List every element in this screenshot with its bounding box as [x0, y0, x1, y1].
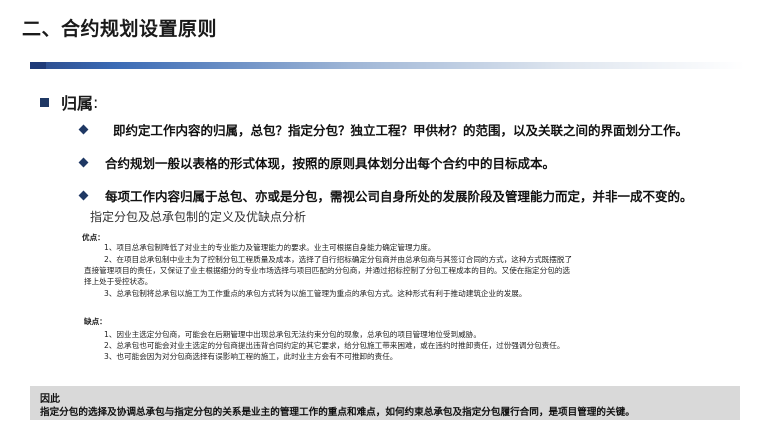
- disadvantages-label: 缺点：: [84, 317, 107, 326]
- section-label: 归属: [61, 94, 94, 113]
- advantage-item-2-cont: 直接管理项目的责任，又保证了业主根据细分的专业市场选择与项目匹配的分包商，并通过…: [84, 266, 570, 275]
- bullet-item-2: 合约规划一般以表格的形式体现，按照的原则具体划分出每个合约中的目标成本。: [78, 153, 556, 172]
- analysis-subtitle: 指定分包及总承包制的定义及优缺点分析: [90, 210, 307, 224]
- diamond-bullet-icon: [78, 124, 89, 135]
- advantage-item-2-end: 择上处于受控状态。: [84, 277, 153, 286]
- page-title: 二、合约规划设置原则: [22, 18, 218, 40]
- disadvantage-item-3: 3、也可能会因为对分包商选择有误影响工程的施工，此时业主方会有不可推卸的责任。: [104, 352, 398, 361]
- bullet-text: 即约定工作内容的归属，总包？指定分包？独立工程？甲供材？的范围，以及关联之间的界…: [113, 123, 689, 138]
- advantage-item-2: 2、在项目总承包制中业主为了控制分包工程质量及成本，选择了自行招标确定分包商并由…: [104, 255, 573, 264]
- disadvantage-item-2: 2、总承包也可能会对业主选定的分包商提出违背合同约定的其它要求，给分包施工带来困…: [104, 341, 565, 350]
- section-heading: 归属 :: [40, 90, 98, 114]
- advantage-item-1: 1、项目总承包制降低了对业主的专业能力及管理能力的要求。业主可根据自身能力确定管…: [104, 243, 436, 252]
- diamond-bullet-icon: [78, 190, 89, 201]
- title-divider-bar: [30, 62, 745, 69]
- advantages-label: 优点：: [82, 233, 105, 242]
- advantage-item-3: 3、总承包制将总承包以施工为工作重点的承包方式转为以施工管理为重点的承包方式。这…: [104, 289, 527, 298]
- section-colon: :: [93, 92, 99, 112]
- conclusion-label: 因此: [40, 394, 60, 405]
- title-bar-accent: [30, 62, 46, 69]
- diamond-bullet-icon: [78, 157, 89, 168]
- bullet-text: 每项工作内容归属于总包、亦或是分包，需视公司自身所处的发展阶段及管理能力而定，并…: [105, 189, 693, 204]
- bullet-text: 合约规划一般以表格的形式体现，按照的原则具体划分出每个合约中的目标成本。: [105, 156, 556, 171]
- conclusion-text: 指定分包的选择及协调总承包与指定分包的关系是业主的管理工作的重点和难点，如何约束…: [40, 407, 635, 418]
- bullet-item-3: 每项工作内容归属于总包、亦或是分包，需视公司自身所处的发展阶段及管理能力而定，并…: [78, 186, 693, 205]
- disadvantage-item-1: 1、因业主选定分包商，可能会在后期管理中出现总承包无法约束分包的现象，总承包的项…: [104, 330, 481, 339]
- bullet-item-1: 即约定工作内容的归属，总包？指定分包？独立工程？甲供材？的范围，以及关联之间的界…: [78, 120, 689, 139]
- square-bullet-icon: [40, 97, 49, 107]
